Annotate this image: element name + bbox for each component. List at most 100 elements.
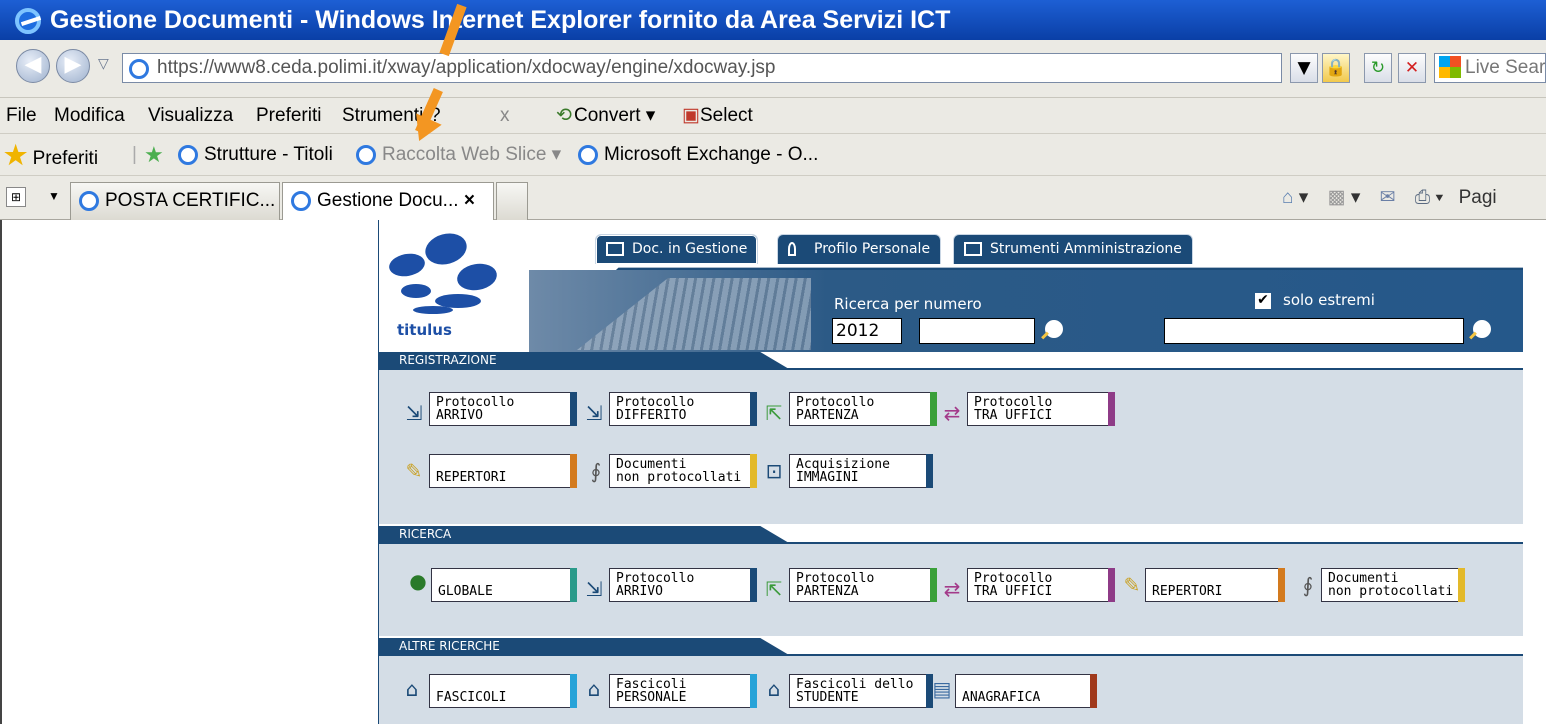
protocol-internal-icon: ⇄ <box>943 577 961 601</box>
tab-doc-in-gestione[interactable]: Doc. in Gestione <box>595 234 759 264</box>
btn-anagrafica[interactable]: ANAGRAFICA <box>955 674 1097 708</box>
btn-ricerca-protocollo-arrivo[interactable]: Protocollo ARRIVO <box>609 568 757 602</box>
tab-list-dropdown-icon[interactable]: ▼ <box>48 189 60 203</box>
btn-protocollo-arrivo[interactable]: Protocollo ARRIVO <box>429 392 577 426</box>
search-number-label: Ricerca per numero <box>834 295 982 313</box>
fulltext-input[interactable] <box>1164 318 1464 344</box>
btn-label: REPERTORI <box>1152 584 1223 599</box>
btn-fascicoli-studente[interactable]: Fascicoli dello STUDENTE <box>789 674 933 708</box>
menu-modifica[interactable]: Modifica <box>54 98 125 134</box>
refresh-button[interactable]: ↻ <box>1364 53 1392 83</box>
globe-icon: ● <box>409 569 427 593</box>
btn-label: FASCICOLI <box>436 690 507 705</box>
btn-ricerca-protocollo-partenza[interactable]: Protocollo PARTENZA <box>789 568 937 602</box>
star-icon: ★ <box>4 140 28 170</box>
btn-accent <box>930 568 937 602</box>
btn-label: Protocollo PARTENZA <box>796 571 875 599</box>
print-icon[interactable]: ⎙ <box>1415 187 1430 208</box>
fav-web-slice[interactable]: Raccolta Web Slice ▾ <box>356 134 561 176</box>
select-button[interactable]: Select <box>700 98 753 134</box>
btn-repertori[interactable]: REPERTORI <box>429 454 577 488</box>
btn-documenti-non-protocollati[interactable]: Documenti non protocollati <box>609 454 757 488</box>
mail-icon[interactable]: ✉ <box>1380 187 1396 208</box>
search-number-icon[interactable] <box>1045 320 1063 338</box>
ie-logo-icon <box>15 8 41 34</box>
btn-label: Protocollo ARRIVO <box>616 571 695 599</box>
history-dropdown-icon[interactable]: ▽ <box>98 56 109 72</box>
btn-ricerca-repertori[interactable]: REPERTORI <box>1145 568 1285 602</box>
btn-label: Documenti non protocollati <box>1328 571 1454 599</box>
stop-button[interactable]: ✕ <box>1398 53 1426 83</box>
envelope-icon <box>606 242 624 256</box>
back-button[interactable]: ◀ <box>16 49 50 83</box>
convert-button[interactable]: Convert ▾ <box>574 98 655 134</box>
nav-tab-label: Strumenti Amministrazione <box>990 241 1182 257</box>
btn-protocollo-tra-uffici[interactable]: Protocollo TRA UFFICI <box>967 392 1115 426</box>
lock-icon[interactable]: 🔒 <box>1322 53 1350 83</box>
btn-fascicoli-personale[interactable]: Fascicoli PERSONALE <box>609 674 757 708</box>
page-menu[interactable]: Pagi <box>1459 187 1497 208</box>
btn-label: Fascicoli PERSONALE <box>616 677 687 705</box>
tab-strumenti-amministrazione[interactable]: Strumenti Amministrazione <box>953 234 1193 264</box>
btn-label: GLOBALE <box>438 584 493 599</box>
ie-page-icon <box>356 144 376 165</box>
btn-label: Protocollo TRA UFFICI <box>974 395 1053 423</box>
command-bar: ⌂ ▾ ▩ ▾ ✉ ⎙ ▾ Pagi <box>1282 187 1497 208</box>
protocol-out-icon: ⇱ <box>765 577 783 601</box>
btn-protocollo-partenza[interactable]: Protocollo PARTENZA <box>789 392 937 426</box>
btn-ricerca-documenti-non-protocollati[interactable]: Documenti non protocollati <box>1321 568 1465 602</box>
logo-dot <box>387 251 427 279</box>
number-input[interactable] <box>919 318 1035 344</box>
ie-page-icon <box>291 190 311 211</box>
btn-label: Acquisizione IMMAGINI <box>796 457 890 485</box>
menu-bar: File Modifica Visualizza Preferiti Strum… <box>0 98 1546 134</box>
url-field[interactable]: https://www8.ceda.polimi.it/xway/applica… <box>122 53 1282 83</box>
home-icon[interactable]: ⌂ <box>1282 187 1293 208</box>
ie-page-icon <box>578 144 598 165</box>
fav-strutture[interactable]: Strutture - Titoli <box>178 134 333 176</box>
new-tab-button[interactable] <box>496 182 528 220</box>
section-title-altre-ricerche: ALTRE RICERCHE <box>379 638 789 655</box>
section-title-ricerca: RICERCA <box>379 526 789 543</box>
year-input[interactable]: 2012 <box>832 318 902 344</box>
add-favorite-icon[interactable]: ★ <box>144 134 164 176</box>
btn-accent <box>1108 392 1115 426</box>
live-search-field[interactable]: Live Sear <box>1434 53 1546 83</box>
url-dropdown-button[interactable]: ▼ <box>1290 53 1318 83</box>
search-fulltext-icon[interactable] <box>1473 320 1491 338</box>
nav-tab-label: Profilo Personale <box>814 241 931 257</box>
section-altre-ricerche: ⌂ FASCICOLI ⌂ Fascicoli PERSONALE ⌂ Fasc… <box>379 654 1523 724</box>
tab-profilo-personale[interactable]: Profilo Personale <box>777 234 942 264</box>
btn-ricerca-globale[interactable]: GLOBALE <box>431 568 577 602</box>
btn-label: Protocollo ARRIVO <box>436 395 515 423</box>
convert-icon: ⟲ <box>556 105 572 126</box>
solo-estremi-toggle[interactable]: ✔ solo estremi <box>1255 291 1375 309</box>
tab-gestione[interactable]: Gestione Docu... × <box>282 182 494 220</box>
tab-label: Gestione Docu... <box>317 190 459 211</box>
feeds-icon[interactable]: ▩ <box>1328 187 1346 208</box>
btn-accent <box>930 392 937 426</box>
btn-fascicoli[interactable]: FASCICOLI <box>429 674 577 708</box>
btn-accent <box>750 674 757 708</box>
btn-acquisizione-immagini[interactable]: Acquisizione IMMAGINI <box>789 454 933 488</box>
close-tab-icon[interactable]: × <box>464 190 475 211</box>
btn-ricerca-protocollo-tra-uffici[interactable]: Protocollo TRA UFFICI <box>967 568 1115 602</box>
menu-file[interactable]: File <box>6 98 37 134</box>
btn-protocollo-differito[interactable]: Protocollo DIFFERITO <box>609 392 757 426</box>
quick-tabs-icon[interactable]: ⊞ <box>6 187 26 207</box>
solo-estremi-checkbox[interactable]: ✔ <box>1255 292 1271 309</box>
forward-button[interactable]: ▶ <box>56 49 90 83</box>
btn-accent <box>570 392 577 426</box>
btn-label: Fascicoli dello STUDENTE <box>796 677 914 705</box>
folder-icon: ⌂ <box>405 677 419 701</box>
fav-exchange[interactable]: Microsoft Exchange - O... <box>578 134 818 176</box>
logo-dot <box>455 260 499 294</box>
solo-estremi-label: solo estremi <box>1283 291 1375 309</box>
favorites-button[interactable]: ★ Preferiti <box>4 134 98 180</box>
tab-posta[interactable]: POSTA CERTIFIC... <box>70 182 280 220</box>
menu-visualizza[interactable]: Visualizza <box>148 98 233 134</box>
menu-preferiti[interactable]: Preferiti <box>256 98 321 134</box>
paperclip-icon: ∮ <box>590 459 602 483</box>
toolbar-close[interactable]: x <box>500 98 510 134</box>
tools-icon <box>964 242 982 256</box>
